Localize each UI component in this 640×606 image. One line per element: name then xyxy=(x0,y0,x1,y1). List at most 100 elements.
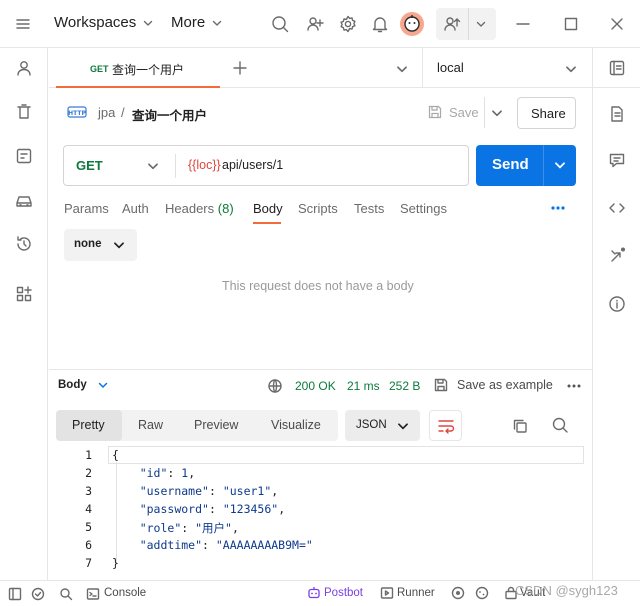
info-icon[interactable] xyxy=(607,294,627,314)
url-path: api/users/1 xyxy=(222,158,284,172)
status-code[interactable]: 200 OK xyxy=(295,379,336,393)
left-sidebar xyxy=(0,48,48,580)
method-select[interactable]: GET xyxy=(64,146,175,185)
search-icon[interactable] xyxy=(270,14,290,34)
add-user-icon[interactable] xyxy=(305,14,325,34)
save-options-icon[interactable] xyxy=(490,106,504,120)
wrap-icon xyxy=(437,418,455,434)
console-icon[interactable] xyxy=(86,587,100,601)
code-icon[interactable] xyxy=(607,198,627,218)
cookies-icon[interactable] xyxy=(475,586,489,600)
view-visualize[interactable]: Visualize xyxy=(271,418,321,432)
environment-select[interactable]: local xyxy=(423,48,591,88)
comments-icon[interactable] xyxy=(607,150,627,170)
response-section-select[interactable]: Body xyxy=(58,379,109,391)
url-input[interactable]: {{loc}} api/users/1 xyxy=(176,146,468,185)
tab-headers-label: Headers xyxy=(165,201,215,216)
runner-button[interactable]: Runner xyxy=(397,587,435,599)
history-icon[interactable] xyxy=(14,234,34,254)
environment-icon[interactable] xyxy=(14,190,34,210)
related-icon[interactable] xyxy=(607,246,627,266)
body-type-select[interactable]: none xyxy=(64,229,137,261)
bell-icon[interactable] xyxy=(370,14,390,34)
tab-auth[interactable]: Auth xyxy=(122,201,149,216)
check-icon[interactable] xyxy=(31,587,45,601)
request-tab[interactable]: GET 查询一个用户 xyxy=(56,48,220,88)
capture-icon[interactable] xyxy=(451,586,465,600)
copy-icon[interactable] xyxy=(511,417,529,435)
postbot-button[interactable]: Postbot xyxy=(324,587,363,599)
mock-server-icon[interactable] xyxy=(14,146,34,166)
code-token: , xyxy=(231,521,239,535)
sidebar-toggle-icon[interactable] xyxy=(8,587,22,601)
more-options-icon[interactable] xyxy=(550,201,566,215)
right-sidebar xyxy=(592,48,640,580)
chevron-down-icon xyxy=(146,159,160,173)
response-size[interactable]: 252 B xyxy=(389,379,420,393)
avatar[interactable] xyxy=(400,12,424,36)
line-number: 7 xyxy=(85,556,92,570)
view-preview[interactable]: Preview xyxy=(194,418,238,432)
divider xyxy=(543,145,544,186)
code-line: "username": "user1", xyxy=(112,484,279,498)
divider xyxy=(468,8,469,40)
line-number: 2 xyxy=(85,466,92,480)
view-pretty[interactable]: Pretty xyxy=(56,410,122,441)
postbot-icon[interactable] xyxy=(307,586,321,600)
save-as-example-button[interactable]: Save as example xyxy=(433,377,553,393)
more-menu[interactable]: More xyxy=(171,14,223,31)
chevron-down-icon xyxy=(112,238,126,252)
trash-icon[interactable] xyxy=(14,102,34,122)
search-response-icon[interactable] xyxy=(551,416,569,434)
new-tab-icon[interactable] xyxy=(230,58,250,78)
response-more-icon[interactable] xyxy=(566,380,582,392)
settings-icon[interactable] xyxy=(338,14,358,34)
close-icon[interactable] xyxy=(608,15,626,33)
runner-icon[interactable] xyxy=(380,586,394,600)
tab-params[interactable]: Params xyxy=(64,201,109,216)
tab-body[interactable]: Body xyxy=(253,201,283,216)
minimize-icon[interactable] xyxy=(514,15,532,33)
divider xyxy=(484,97,485,128)
tab-tests[interactable]: Tests xyxy=(354,201,384,216)
send-options-icon[interactable] xyxy=(553,158,567,172)
response-section-label: Body xyxy=(58,379,87,391)
documentation-icon[interactable] xyxy=(607,104,627,124)
code-token: "username" xyxy=(139,484,209,498)
workspaces-menu[interactable]: Workspaces xyxy=(54,14,154,31)
code-line: "id": 1, xyxy=(112,466,195,480)
send-button[interactable]: Send xyxy=(492,156,529,173)
find-icon[interactable] xyxy=(59,587,73,601)
environment-quicklook-icon[interactable] xyxy=(607,58,627,78)
breadcrumb-collection[interactable]: jpa xyxy=(98,105,115,120)
breadcrumb-separator: / xyxy=(121,105,125,120)
save-as-example-label: Save as example xyxy=(457,378,553,392)
view-raw[interactable]: Raw xyxy=(138,418,163,432)
save-label: Save xyxy=(449,104,479,120)
chevron-down-icon[interactable] xyxy=(475,18,487,30)
user-icon[interactable] xyxy=(14,58,34,78)
apps-icon[interactable] xyxy=(14,284,34,304)
code-token: "用户" xyxy=(195,521,232,535)
console-button[interactable]: Console xyxy=(104,587,146,599)
maximize-icon[interactable] xyxy=(562,15,580,33)
code-token: "password" xyxy=(139,502,209,516)
tab-settings[interactable]: Settings xyxy=(400,201,447,216)
save-button[interactable]: Save xyxy=(427,104,479,120)
response-time[interactable]: 21 ms xyxy=(347,379,380,393)
code-token: { xyxy=(112,448,119,462)
line-number: 6 xyxy=(85,538,92,552)
url-bar: GET {{loc}} api/users/1 xyxy=(63,145,469,186)
menu-icon[interactable] xyxy=(14,15,32,33)
format-select[interactable]: JSON xyxy=(345,410,420,441)
tabs-dropdown-icon[interactable] xyxy=(395,62,409,76)
breadcrumb-request[interactable]: 查询一个用户 xyxy=(132,105,207,124)
wrap-lines-button[interactable] xyxy=(429,410,462,441)
invite-icon[interactable] xyxy=(442,14,462,34)
share-button[interactable]: Share xyxy=(517,97,576,129)
tab-headers[interactable]: Headers (8) xyxy=(165,201,234,216)
code-token: , xyxy=(278,502,286,516)
globe-icon[interactable] xyxy=(267,378,283,394)
tab-scripts[interactable]: Scripts xyxy=(298,201,338,216)
